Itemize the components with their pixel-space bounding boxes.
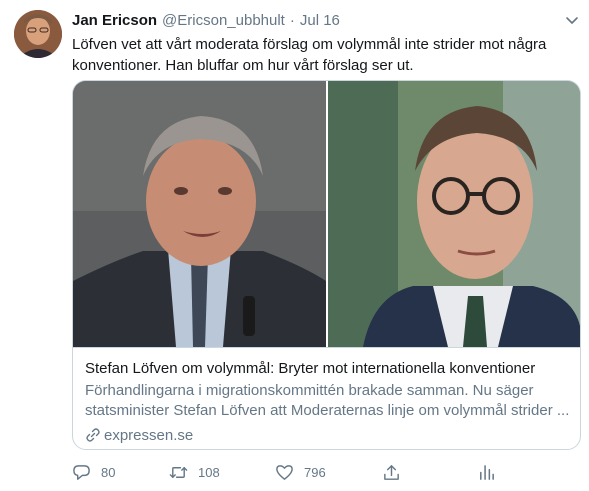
retweet-button[interactable]: 108 [169,460,220,484]
tweet-actions: 80 108 796 [72,460,494,484]
share-icon [384,464,399,480]
link-card[interactable]: Stefan Löfven om volymmål: Bryter mot in… [72,80,581,450]
tweet-timestamp[interactable]: Jul 16 [300,12,340,29]
tweet[interactable]: Jan Ericson @Ericson_ubbhult · Jul 16 Lö… [0,0,589,491]
heart-icon [276,464,293,480]
card-description: Förhandlingarna i migrationskommittén br… [85,382,570,419]
chevron-down-icon[interactable] [564,12,580,28]
card-domain: expressen.se [104,426,194,444]
card-domain-link[interactable]: expressen.se [85,425,193,445]
header-separator: · [289,11,295,29]
tweet-header: Jan Ericson @Ericson_ubbhult · Jul 16 [72,10,340,30]
share-button[interactable] [382,460,401,484]
tweet-text: Löfven vet att vårt moderata förslag om … [72,36,547,74]
author-name[interactable]: Jan Ericson [72,12,157,29]
retweet-icon [169,466,188,478]
card-body[interactable]: Stefan Löfven om volymmål: Bryter mot in… [73,347,580,449]
comment-icon [73,464,90,480]
author-avatar[interactable] [14,10,62,58]
reply-button[interactable]: 80 [72,460,115,484]
like-count: 796 [304,464,326,480]
analytics-icon [480,464,494,480]
retweet-count: 108 [198,464,220,480]
reply-count: 80 [101,464,116,480]
card-title[interactable]: Stefan Löfven om volymmål: Bryter mot in… [85,359,570,379]
card-image[interactable] [73,81,580,347]
author-handle[interactable]: @Ericson_ubbhult [162,12,285,29]
like-button[interactable]: 796 [275,460,326,484]
analytics-button[interactable] [477,460,496,484]
link-icon [86,428,100,442]
